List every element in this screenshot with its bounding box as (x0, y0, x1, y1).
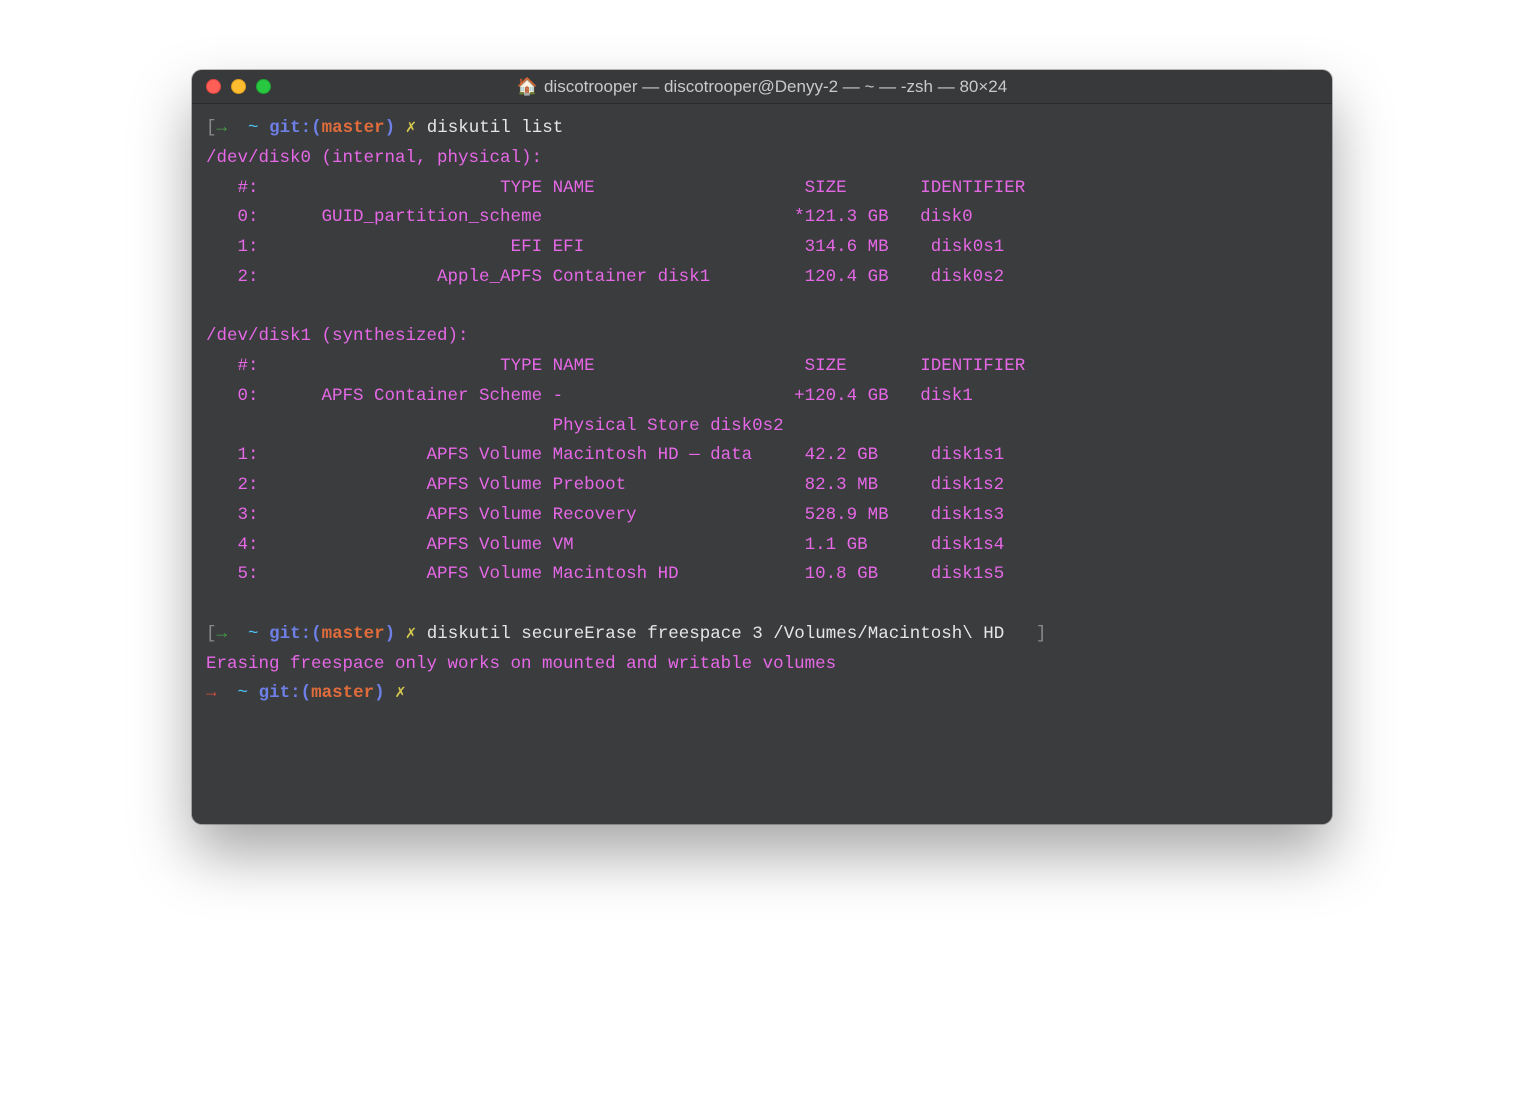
terminal-window: 🏠 discotrooper — discotrooper@Denyy-2 — … (192, 70, 1332, 824)
prompt-line-1: [→ ~ git:(master) ✗ diskutil list (206, 114, 1318, 144)
prompt-cwd: ~ (248, 624, 259, 644)
zoom-icon[interactable] (256, 79, 271, 94)
prompt-arrow-icon: → (217, 118, 228, 138)
titlebar[interactable]: 🏠 discotrooper — discotrooper@Denyy-2 — … (192, 70, 1332, 104)
git-branch: master (322, 624, 385, 644)
table-row: 0: APFS Container Scheme - +120.4 GB dis… (206, 382, 1318, 412)
title-text: discotrooper — discotrooper@Denyy-2 — ~ … (544, 77, 1007, 97)
table-row-sub: Physical Store disk0s2 (206, 412, 1318, 442)
error-output: Erasing freespace only works on mounted … (206, 650, 1318, 680)
command-2: diskutil secureErase freespace 3 /Volume… (427, 624, 1005, 644)
command-1: diskutil list (427, 118, 564, 138)
table-row: 2: APFS Volume Preboot 82.3 MB disk1s2 (206, 471, 1318, 501)
prompt-cwd: ~ (248, 118, 259, 138)
git-branch: master (322, 118, 385, 138)
table-row: 2: Apple_APFS Container disk1 120.4 GB d… (206, 263, 1318, 293)
table-row: 1: APFS Volume Macintosh HD — data 42.2 … (206, 441, 1318, 471)
prompt-cwd: ~ (238, 683, 249, 703)
table-row: 0: GUID_partition_scheme *121.3 GB disk0 (206, 203, 1318, 233)
traffic-lights (206, 79, 271, 94)
dirty-icon: ✗ (406, 118, 417, 138)
prompt-arrow-error-icon: → (206, 683, 217, 703)
table-row: 3: APFS Volume Recovery 528.9 MB disk1s3 (206, 501, 1318, 531)
disk0-header: /dev/disk0 (internal, physical): (206, 144, 1318, 174)
disk1-header: /dev/disk1 (synthesized): (206, 322, 1318, 352)
prompt-line-2: [→ ~ git:(master) ✗ diskutil secureErase… (206, 620, 1318, 650)
dirty-icon: ✗ (395, 683, 406, 703)
home-icon: 🏠 (517, 77, 538, 97)
minimize-icon[interactable] (231, 79, 246, 94)
close-icon[interactable] (206, 79, 221, 94)
table-header: #: TYPE NAME SIZE IDENTIFIER (206, 352, 1318, 382)
git-label: git:( (269, 118, 322, 138)
table-row: 5: APFS Volume Macintosh HD 10.8 GB disk… (206, 560, 1318, 590)
window-title: 🏠 discotrooper — discotrooper@Denyy-2 — … (204, 77, 1320, 97)
prompt-line-3[interactable]: → ~ git:(master) ✗ (206, 679, 1318, 709)
dirty-icon: ✗ (406, 624, 417, 644)
git-label: git:( (269, 624, 322, 644)
table-header: #: TYPE NAME SIZE IDENTIFIER (206, 174, 1318, 204)
table-row: 1: EFI EFI 314.6 MB disk0s1 (206, 233, 1318, 263)
blank-line (206, 590, 1318, 620)
blank-line (206, 293, 1318, 323)
prompt-arrow-icon: → (217, 624, 228, 644)
table-row: 4: APFS Volume VM 1.1 GB disk1s4 (206, 531, 1318, 561)
terminal-body[interactable]: [→ ~ git:(master) ✗ diskutil list/dev/di… (192, 104, 1332, 824)
git-label: git:( (259, 683, 312, 703)
git-branch: master (311, 683, 374, 703)
